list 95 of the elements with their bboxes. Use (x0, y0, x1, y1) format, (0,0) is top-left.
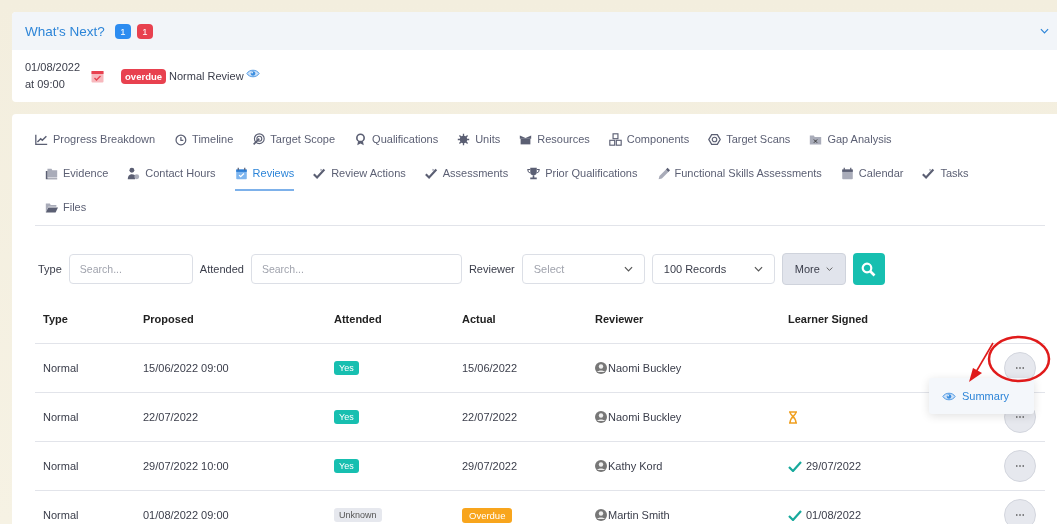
tab[interactable]: Files (45, 191, 87, 225)
chevron-icon (1040, 28, 1049, 34)
attended-badge: Yes (334, 410, 359, 424)
eye-icon (245, 69, 260, 78)
trophy-icon (527, 166, 541, 180)
search-button[interactable] (852, 253, 885, 285)
table-cell: 22/07/2022 (462, 411, 518, 423)
attended-badge: Yes (334, 361, 359, 375)
table-cell: Normal (35, 393, 135, 442)
user-icon (595, 509, 607, 521)
clock-icon (174, 132, 188, 146)
table-cell: Normal (35, 491, 135, 524)
filter-label: Type (38, 263, 62, 275)
check-icon (922, 166, 936, 180)
reviewer-name: Naomi Buckley (608, 411, 682, 423)
user-icon (595, 362, 607, 374)
check-icon (424, 166, 438, 180)
tab[interactable]: Functional Skills Assessments (656, 157, 822, 191)
annotation-arrow (969, 342, 994, 382)
tab[interactable]: Evidence (45, 157, 109, 191)
gear-icon (457, 132, 471, 146)
user-icon (595, 411, 607, 423)
filter-label: Reviewer (468, 263, 515, 275)
table-cell: Normal (35, 344, 135, 393)
calendar-icon (91, 69, 105, 83)
signed-date: 01/08/2022 (806, 509, 862, 521)
column-header: Actual (454, 295, 587, 344)
check-icon (313, 166, 327, 180)
attended-badge: Unknown (334, 508, 382, 522)
search-icon (861, 261, 877, 277)
tab[interactable]: Tasks (922, 157, 969, 191)
user-clock-icon (127, 166, 141, 180)
table-cell: 22/07/2022 (135, 393, 326, 442)
column-header: Learner Signed (780, 295, 980, 344)
table-cell: 15/06/2022 09:00 (135, 344, 326, 393)
tab[interactable]: Progress Breakdown (35, 123, 156, 157)
tab[interactable]: Resources (519, 123, 590, 157)
tab[interactable]: Target Scope (252, 123, 336, 157)
menu-item[interactable]: Summary (929, 384, 1023, 408)
search-field[interactable]: Search... (250, 254, 462, 284)
annotation-circle (987, 335, 1051, 383)
column-header: Attended (326, 295, 454, 344)
records-select[interactable]: 100 Records (651, 254, 775, 284)
more-button[interactable]: More (781, 253, 846, 285)
column-header: Type (35, 295, 135, 344)
table-cell: 29/07/2022 (462, 460, 518, 472)
tab[interactable]: Target Scans (708, 123, 791, 157)
tab[interactable]: Assessments (424, 157, 509, 191)
tab[interactable]: Qualifications (354, 123, 439, 157)
tab[interactable]: Gap Analysis (809, 123, 892, 157)
user-icon (595, 460, 607, 472)
count-badge: 1 (114, 23, 131, 39)
calendar-icon (840, 166, 854, 180)
table-cell: 01/08/2022 09:00 (135, 491, 326, 524)
chevron-icon (753, 266, 763, 272)
column-header: Proposed (135, 295, 326, 344)
tab[interactable]: Contact Hours (127, 157, 216, 191)
tab[interactable]: Timeline (174, 123, 234, 157)
folder-icon (45, 200, 58, 214)
tab[interactable]: Prior Qualifications (527, 157, 638, 191)
tab[interactable]: Calendar (840, 157, 904, 191)
folder-icon (45, 166, 58, 180)
status-badge: overdue (121, 68, 167, 84)
eye-icon (942, 391, 956, 401)
reviewer-name: Martin Smith (608, 509, 670, 521)
chevron-icon (825, 266, 833, 272)
cubes-icon (608, 132, 622, 146)
tab[interactable]: Review Actions (313, 157, 406, 191)
reviewer-name: Naomi Buckley (608, 362, 682, 374)
status-badge: Overdue (462, 507, 513, 523)
filter-label: Attended (199, 263, 244, 275)
tab[interactable]: Units (457, 123, 501, 157)
reviewer-name: Kathy Kord (608, 460, 663, 472)
review-time: at 09:00 (25, 77, 66, 92)
search-field[interactable]: Search... (68, 254, 193, 284)
folder-icon (809, 132, 823, 146)
medal-icon (354, 132, 368, 146)
hexagon-icon (708, 132, 722, 146)
pen-icon (656, 166, 670, 180)
tab[interactable]: Components (608, 123, 690, 157)
tab[interactable]: Reviews (234, 157, 295, 191)
chart-icon (35, 132, 48, 146)
section-title: What's Next? (25, 23, 105, 39)
target-icon (252, 132, 266, 146)
signed-date: 29/07/2022 (806, 460, 862, 472)
column-header: Reviewer (587, 295, 780, 344)
attended-badge: Yes (334, 459, 359, 473)
count-badge: 1 (136, 23, 153, 39)
table-cell: 15/06/2022 (462, 362, 518, 374)
review-title: Normal Review (169, 70, 244, 82)
calendar-icon (234, 166, 248, 180)
review-date: 01/08/2022 (25, 60, 81, 75)
table-cell: Normal (35, 442, 135, 491)
table-cell: 29/07/2022 10:00 (135, 442, 326, 491)
chevron-icon (623, 266, 633, 272)
